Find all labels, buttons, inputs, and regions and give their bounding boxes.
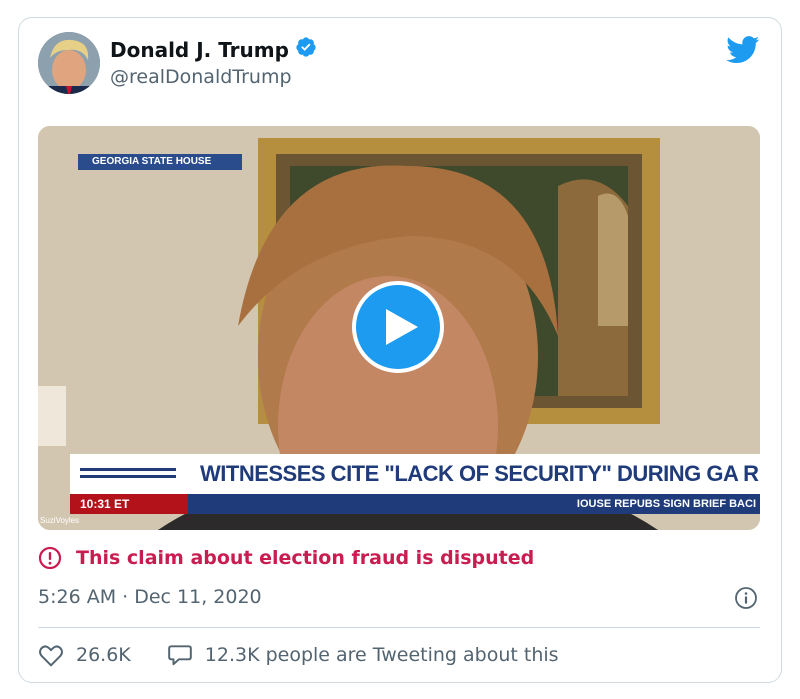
verified-badge-icon [295, 36, 317, 63]
like-button[interactable]: 26.6K [38, 643, 131, 667]
like-count: 26.6K [76, 644, 131, 666]
chyron-headline: WITNESSES CITE "LACK OF SECURITY" DURING… [188, 454, 760, 494]
play-button[interactable] [352, 281, 444, 373]
exclamation-circle-icon [38, 546, 62, 570]
avatar[interactable] [38, 32, 100, 94]
play-icon [386, 309, 418, 345]
tweeting-about-text: 12.3K people are Tweeting about this [204, 644, 559, 666]
video-player[interactable]: GEORGIA STATE HOUSE WITNESSES CITE "LACK… [38, 126, 760, 530]
display-name-row[interactable]: Donald J. Trump [110, 36, 317, 63]
tweeting-about-link[interactable]: 12.3K people are Tweeting about this [167, 643, 559, 667]
disputed-text[interactable]: This claim about election fraud is dispu… [76, 547, 534, 569]
location-tag: GEORGIA STATE HOUSE [78, 154, 242, 170]
video-watermark: SuziVoyles [40, 516, 80, 525]
chyron-ticker: IOUSE REPUBS SIGN BRIEF BACI [188, 494, 760, 514]
user-handle[interactable]: @realDonaldTrump [110, 66, 292, 88]
tweet-timestamp[interactable]: 5:26 AM · Dec 11, 2020 [38, 586, 262, 608]
info-icon[interactable] [734, 586, 758, 610]
news-chyron: WITNESSES CITE "LACK OF SECURITY" DURING… [70, 454, 760, 516]
disputed-claim-label[interactable]: This claim about election fraud is dispu… [38, 546, 534, 570]
chyron-stripe [80, 468, 176, 471]
twitter-bird-icon[interactable] [726, 36, 760, 64]
chyron-logo-block [70, 454, 188, 497]
display-name[interactable]: Donald J. Trump [110, 38, 289, 62]
chyron-time: 10:31 ET [70, 494, 188, 514]
tweet-actions: 26.6K 12.3K people are Tweeting about th… [38, 643, 559, 667]
heart-icon [39, 645, 63, 667]
chyron-stripe [80, 475, 176, 478]
speech-bubble-icon [167, 645, 192, 666]
divider [38, 627, 760, 628]
